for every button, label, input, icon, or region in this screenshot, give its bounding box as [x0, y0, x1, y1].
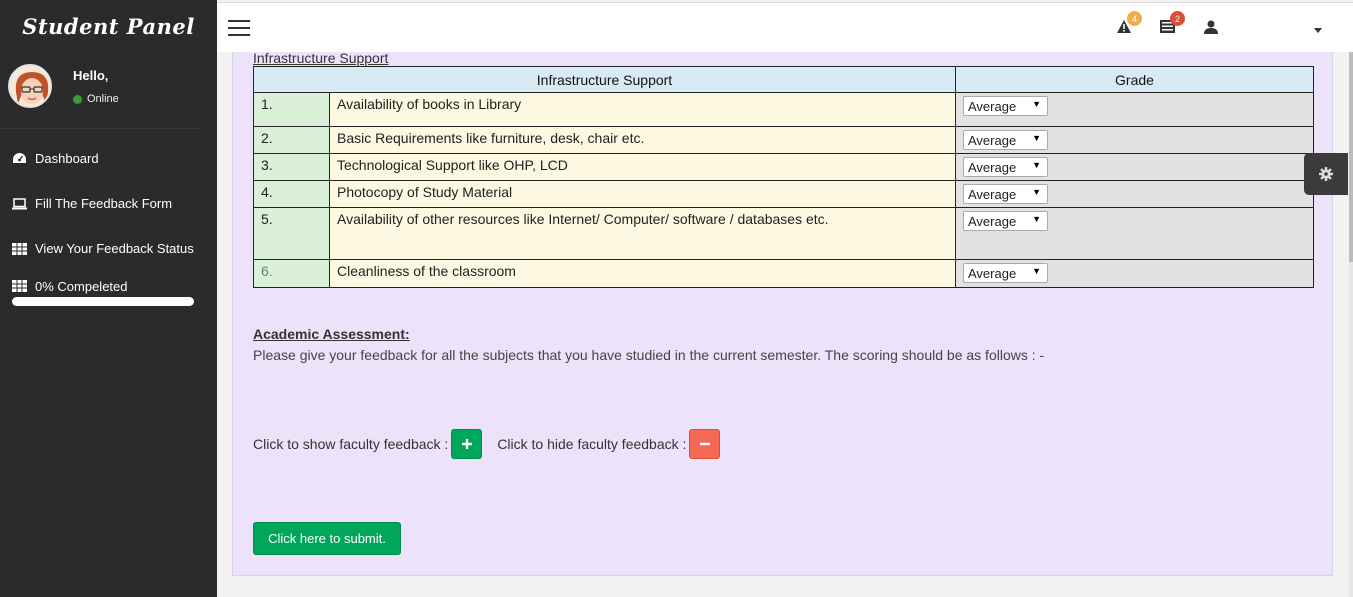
row-number: 6.: [253, 259, 330, 288]
sidebar-item-fill-feedback-label: Fill The Feedback Form: [35, 196, 173, 211]
grade-select[interactable]: Average: [963, 157, 1048, 177]
sidebar-item-fill-feedback[interactable]: Fill The Feedback Form: [0, 181, 217, 226]
progress-bar: [12, 297, 194, 306]
brand-title[interactable]: Student Panel: [0, 0, 217, 52]
row-description: Availability of books in Library: [329, 92, 956, 127]
settings-toggle[interactable]: [1304, 153, 1348, 195]
row-number: 1.: [253, 92, 330, 127]
grade-select[interactable]: Average: [963, 96, 1048, 116]
sidebar-item-dashboard[interactable]: Dashboard: [0, 136, 217, 181]
laptop-icon: [12, 197, 27, 209]
faculty-feedback-controls: Click to show faculty feedback : Click t…: [253, 429, 721, 459]
show-faculty-label: Click to show faculty feedback :: [253, 436, 449, 452]
row-description: Cleanliness of the classroom: [329, 259, 956, 288]
submit-button[interactable]: Click here to submit.: [253, 522, 401, 555]
grade-select[interactable]: Average: [963, 130, 1048, 150]
avatar: [8, 64, 52, 108]
academic-assessment-instructions: Please give your feedback for all the su…: [253, 347, 1045, 363]
sidebar-item-feedback-status-label: View Your Feedback Status: [35, 241, 194, 256]
hide-faculty-label: Click to hide faculty feedback :: [497, 436, 687, 452]
user-icon: [1204, 20, 1218, 34]
row-description: Basic Requirements like furniture, desk,…: [329, 126, 956, 154]
gear-icon: [1319, 167, 1333, 181]
scrollbar-thumb[interactable]: [1349, 52, 1353, 262]
academic-assessment-title: Academic Assessment:: [253, 326, 410, 342]
chevron-down-icon[interactable]: [1314, 28, 1322, 33]
user-menu-button[interactable]: [1204, 20, 1218, 39]
row-number: 4.: [253, 180, 330, 208]
sidebar-menu: Dashboard Fill The Feedback Form View Yo…: [0, 136, 217, 271]
show-faculty-button[interactable]: [451, 429, 483, 459]
column-header-infrastructure: Infrastructure Support: [253, 66, 956, 93]
alerts-badge: 4: [1127, 11, 1142, 26]
online-dot-icon: [73, 94, 82, 104]
row-description: Availability of other resources like Int…: [329, 207, 956, 260]
row-number: 2.: [253, 126, 330, 154]
table-row: 6. Cleanliness of the classroom Average: [253, 259, 1314, 288]
grade-select[interactable]: Average: [963, 184, 1048, 204]
dashboard-icon: [13, 153, 26, 163]
sidebar-divider: [0, 128, 200, 129]
table-row: 3. Technological Support like OHP, LCD A…: [253, 153, 1314, 181]
grade-select[interactable]: Average: [963, 211, 1048, 231]
table-icon: [12, 280, 27, 292]
column-header-grade: Grade: [955, 66, 1314, 93]
grade-select[interactable]: Average: [963, 263, 1048, 283]
row-number: 5.: [253, 207, 330, 260]
row-description: Photocopy of Study Material: [329, 180, 956, 208]
infrastructure-table: Infrastructure Support Grade 1. Availabi…: [253, 66, 1314, 288]
feedback-form-panel: Infrastructure Support Infrastructure Su…: [232, 50, 1333, 576]
table-row: 2. Basic Requirements like furniture, de…: [253, 126, 1314, 154]
plus-icon: [461, 439, 472, 449]
infrastructure-section-title: Infrastructure Support: [253, 50, 389, 66]
completion-label: 0% Compeleted: [35, 278, 128, 294]
online-status: Online: [73, 93, 119, 105]
sidebar: Student Panel Hello, Online Dashboard Fi…: [0, 0, 217, 597]
top-navbar: 4 2: [217, 2, 1353, 52]
menu-toggle-icon[interactable]: [228, 20, 250, 36]
table-row: 1. Availability of books in Library Aver…: [253, 92, 1314, 127]
completion-progress: 0% Compeleted: [0, 276, 217, 306]
tasks-badge: 2: [1170, 11, 1185, 26]
table-row: 5. Availability of other resources like …: [253, 207, 1314, 260]
user-panel: Hello, Online: [8, 60, 208, 130]
row-description: Technological Support like OHP, LCD: [329, 153, 956, 181]
sidebar-item-dashboard-label: Dashboard: [35, 151, 99, 166]
table-row: 4. Photocopy of Study Material Average: [253, 180, 1314, 208]
table-icon: [12, 242, 27, 255]
row-number: 3.: [253, 153, 330, 181]
alerts-button[interactable]: 4: [1117, 11, 1142, 38]
online-status-label: Online: [87, 93, 119, 105]
minus-icon: [699, 442, 710, 446]
user-greeting: Hello,: [73, 68, 109, 83]
tasks-button[interactable]: 2: [1160, 11, 1185, 38]
hide-faculty-button[interactable]: [689, 429, 721, 459]
sidebar-item-feedback-status[interactable]: View Your Feedback Status: [0, 226, 217, 271]
